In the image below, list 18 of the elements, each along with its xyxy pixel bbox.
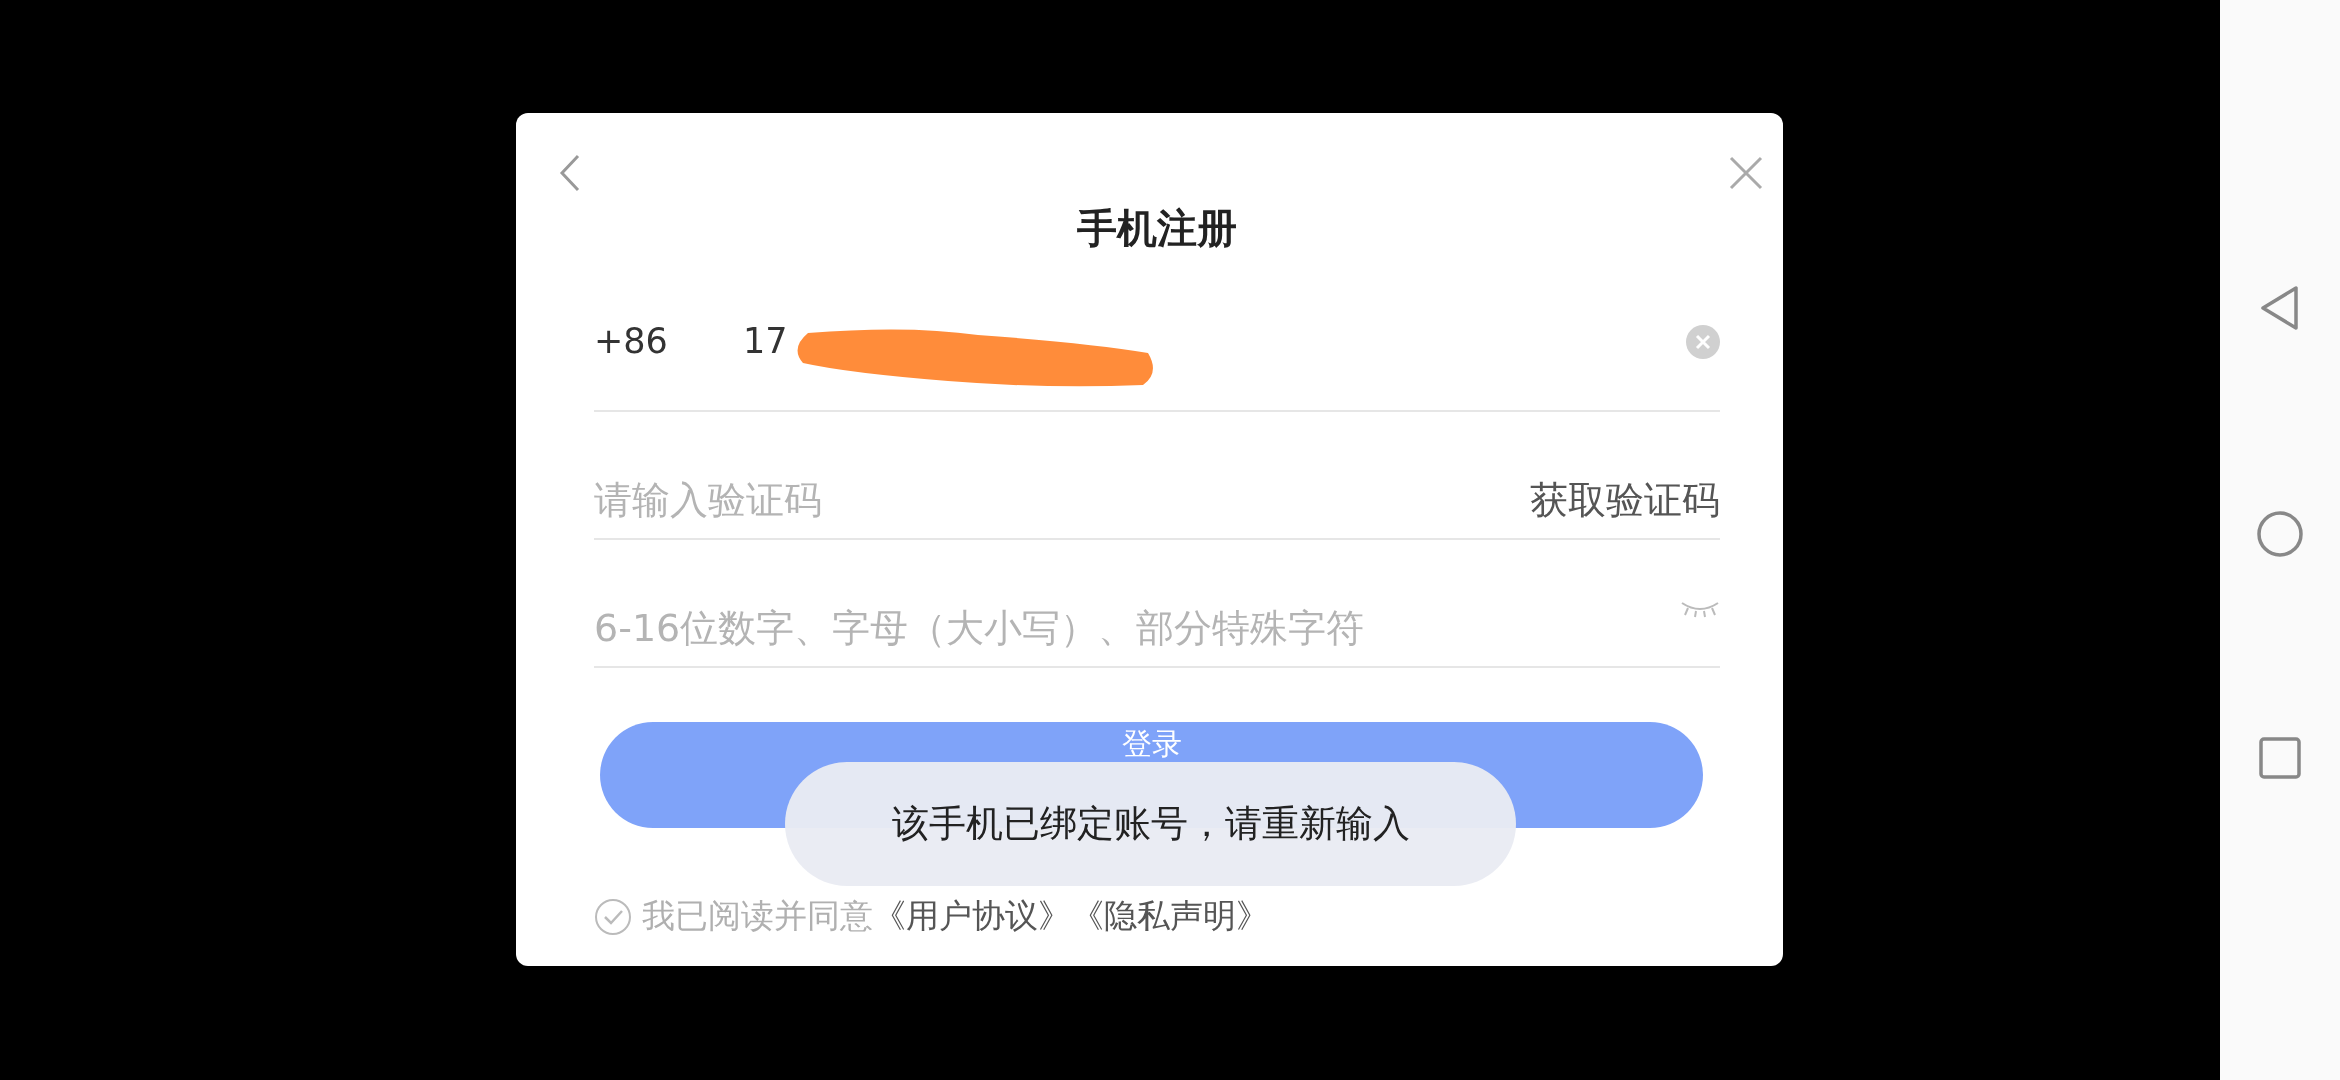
recent-apps-icon[interactable] bbox=[2259, 737, 2301, 779]
dialog-title: 手机注册 bbox=[1077, 204, 1237, 253]
toast-message: 该手机已绑定账号，请重新输入 bbox=[785, 762, 1516, 886]
agreement-text: 我已阅读并同意《用户协议》《隐私声明》 bbox=[642, 895, 1269, 937]
agreement-link[interactable]: 《隐私声明》 bbox=[1071, 896, 1269, 935]
closed-eye-icon[interactable] bbox=[1680, 600, 1720, 618]
close-icon[interactable] bbox=[1728, 155, 1764, 191]
country-code[interactable]: +86 bbox=[594, 321, 743, 361]
password-input[interactable]: 6-16位数字、字母（大小写）、部分特殊字符 bbox=[594, 606, 1680, 650]
clear-icon[interactable] bbox=[1686, 325, 1720, 359]
home-icon[interactable] bbox=[2257, 511, 2303, 557]
code-input[interactable]: 请输入验证码 bbox=[594, 478, 1530, 522]
get-code-button[interactable]: 获取验证码 bbox=[1530, 478, 1720, 522]
phone-number: 17 bbox=[743, 321, 788, 361]
back-icon[interactable] bbox=[558, 153, 582, 193]
agree-checkbox[interactable] bbox=[594, 897, 632, 936]
back-icon[interactable] bbox=[2260, 285, 2300, 331]
agreement-link[interactable]: 《用户协议》 bbox=[873, 896, 1071, 935]
